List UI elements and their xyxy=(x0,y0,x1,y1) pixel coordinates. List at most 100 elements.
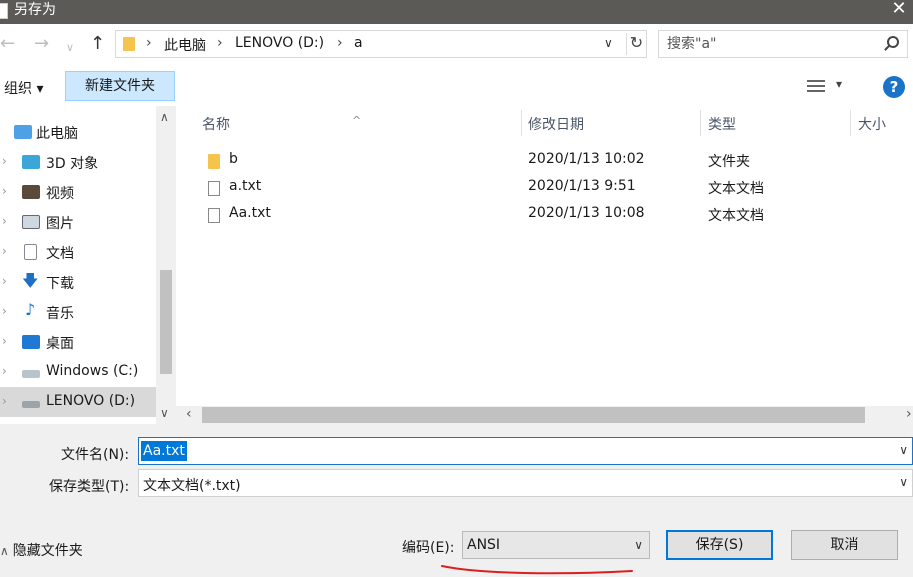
address-row: ← → ∨ ↑ › 此电脑 › LENOVO (D:) › a ∨ ↻ xyxy=(0,24,913,66)
app-icon xyxy=(0,3,8,19)
drive-icon xyxy=(22,401,40,408)
encoding-select[interactable]: ANSI ∨ xyxy=(462,531,650,559)
command-bar: 组织 ▾ 新建文件夹 ▾ ? xyxy=(0,66,913,106)
expand-chevron-icon[interactable]: › xyxy=(2,184,7,198)
filetype-dropdown-chevron-icon[interactable]: ∨ xyxy=(899,475,908,489)
file-date: 2020/1/13 10:02 xyxy=(528,151,645,167)
file-row[interactable]: a.txt 2020/1/13 9:51 文本文档 xyxy=(202,176,902,202)
breadcrumb-separator: › xyxy=(337,35,343,51)
music-note-icon: ♪ xyxy=(25,300,36,319)
file-type: 文本文档 xyxy=(708,208,764,224)
scroll-down-chevron-icon[interactable]: ∨ xyxy=(160,406,169,420)
tree-item-drive-d[interactable]: › LENOVO (D:) xyxy=(0,387,156,417)
encoding-dropdown-chevron-icon[interactable]: ∨ xyxy=(634,538,643,552)
tree-item-3d-objects[interactable]: › 3D 对象 xyxy=(0,147,156,177)
expand-chevron-icon[interactable]: › xyxy=(2,244,7,258)
breadcrumb-drive-d[interactable]: LENOVO (D:) xyxy=(235,35,324,51)
filetype-select[interactable]: 文本文档(*.txt) ∨ xyxy=(138,469,913,497)
collapse-chevron-icon: ∧ xyxy=(0,544,9,558)
cancel-button[interactable]: 取消 xyxy=(791,530,898,560)
navigation-pane: 此电脑 › 3D 对象 › 视频 › 图片 › 文档 › 🡇 下载 › ♪ 音乐… xyxy=(0,106,176,424)
organize-menu-button[interactable]: 组织 ▾ xyxy=(4,78,43,98)
tree-item-pictures[interactable]: › 图片 xyxy=(0,207,156,237)
download-arrow-icon: 🡇 xyxy=(22,271,39,290)
scroll-right-chevron-icon[interactable]: › xyxy=(906,406,912,422)
save-button[interactable]: 保存(S) xyxy=(666,530,773,560)
tree-item-documents[interactable]: › 文档 xyxy=(0,237,156,267)
encoding-label: 编码(E): xyxy=(402,540,455,556)
video-icon xyxy=(22,185,40,199)
tree-item-videos[interactable]: › 视频 xyxy=(0,177,156,207)
expand-chevron-icon[interactable]: › xyxy=(2,274,7,288)
hide-folders-toggle[interactable]: ∧ 隐藏文件夹 xyxy=(0,540,83,560)
address-dropdown-chevron-icon[interactable]: ∨ xyxy=(604,36,613,50)
back-arrow-icon[interactable]: ← xyxy=(0,34,15,54)
column-header-type[interactable]: 类型 xyxy=(701,106,851,140)
expand-chevron-icon[interactable]: › xyxy=(2,334,7,348)
tree-scrollbar[interactable]: ∧ ∨ xyxy=(156,106,176,424)
column-header-size[interactable]: 大小 xyxy=(851,106,913,140)
red-underline-annotation xyxy=(441,565,633,575)
search-box[interactable] xyxy=(658,30,908,58)
refresh-icon[interactable]: ↻ xyxy=(626,33,646,55)
scroll-up-chevron-icon[interactable]: ∧ xyxy=(160,110,169,124)
breadcrumb-folder-a[interactable]: a xyxy=(354,35,363,51)
filename-dropdown-chevron-icon[interactable]: ∨ xyxy=(899,443,908,457)
address-bar[interactable]: › 此电脑 › LENOVO (D:) › a ∨ ↻ xyxy=(115,30,647,58)
up-arrow-icon[interactable]: ↑ xyxy=(90,34,105,54)
tree-item-downloads[interactable]: › 🡇 下载 xyxy=(0,267,156,297)
tree-item-label: 下载 xyxy=(46,276,74,292)
view-dropdown-chevron-icon[interactable]: ▾ xyxy=(836,77,842,91)
scrollbar-thumb[interactable] xyxy=(160,270,172,374)
tree-item-label: 3D 对象 xyxy=(46,156,99,172)
tree-item-desktop[interactable]: › 桌面 xyxy=(0,327,156,357)
column-header-label: 名称 xyxy=(202,117,230,133)
file-row[interactable]: Aa.txt 2020/1/13 10:08 文本文档 xyxy=(202,203,902,229)
file-list: 名称 ^ 修改日期 类型 大小 b 2020/1/13 10:02 文件夹 a.… xyxy=(176,106,913,424)
expand-chevron-icon[interactable]: › xyxy=(2,214,7,228)
search-icon[interactable] xyxy=(887,36,899,48)
column-header-label: 修改日期 xyxy=(528,117,584,133)
filename-field[interactable]: Aa.txt ∨ xyxy=(138,437,913,465)
sort-ascending-chevron-icon: ^ xyxy=(352,114,362,127)
window-title: 另存为 xyxy=(14,2,56,18)
picture-icon xyxy=(22,215,40,229)
horizontal-scrollbar[interactable]: ‹ › xyxy=(176,406,913,424)
folder-icon xyxy=(208,154,220,169)
filename-input[interactable]: Aa.txt xyxy=(141,441,187,461)
new-folder-button[interactable]: 新建文件夹 xyxy=(65,71,175,101)
folder-icon xyxy=(123,37,135,51)
column-header-name[interactable]: 名称 ^ xyxy=(176,106,526,140)
tree-item-label: 桌面 xyxy=(46,336,74,352)
title-bar: 另存为 ✕ xyxy=(0,0,913,24)
filename-label: 文件名(N): xyxy=(61,447,130,463)
breadcrumb-this-pc[interactable]: 此电脑 xyxy=(164,35,206,55)
view-options-icon[interactable] xyxy=(807,80,825,94)
expand-chevron-icon[interactable]: › xyxy=(2,394,7,408)
search-input[interactable] xyxy=(667,35,877,53)
tree-item-label: 图片 xyxy=(46,216,74,232)
file-date: 2020/1/13 9:51 xyxy=(528,178,636,194)
forward-arrow-icon[interactable]: → xyxy=(34,34,49,54)
file-type: 文本文档 xyxy=(708,181,764,197)
tree-item-label: 视频 xyxy=(46,186,74,202)
tree-item-this-pc[interactable]: 此电脑 xyxy=(0,117,156,147)
hide-folders-label: 隐藏文件夹 xyxy=(12,543,83,559)
help-icon[interactable]: ? xyxy=(883,76,905,98)
expand-chevron-icon[interactable]: › xyxy=(2,304,7,318)
recent-locations-chevron-icon[interactable]: ∨ xyxy=(66,38,74,58)
tree-item-label: LENOVO (D:) xyxy=(46,393,136,409)
expand-chevron-icon[interactable]: › xyxy=(2,154,7,168)
tree-item-music[interactable]: › ♪ 音乐 xyxy=(0,297,156,327)
computer-icon xyxy=(14,125,32,139)
scroll-left-chevron-icon[interactable]: ‹ xyxy=(186,406,192,422)
tree-item-label: 音乐 xyxy=(46,306,74,322)
column-header-date[interactable]: 修改日期 xyxy=(522,106,702,140)
file-name: a.txt xyxy=(229,178,262,194)
close-button[interactable]: ✕ xyxy=(885,0,913,22)
file-row[interactable]: b 2020/1/13 10:02 文件夹 xyxy=(202,149,902,175)
expand-chevron-icon[interactable]: › xyxy=(2,364,7,378)
scrollbar-thumb[interactable] xyxy=(202,407,865,423)
tree-item-drive-c[interactable]: › Windows (C:) xyxy=(0,357,156,387)
file-date: 2020/1/13 10:08 xyxy=(528,205,645,221)
